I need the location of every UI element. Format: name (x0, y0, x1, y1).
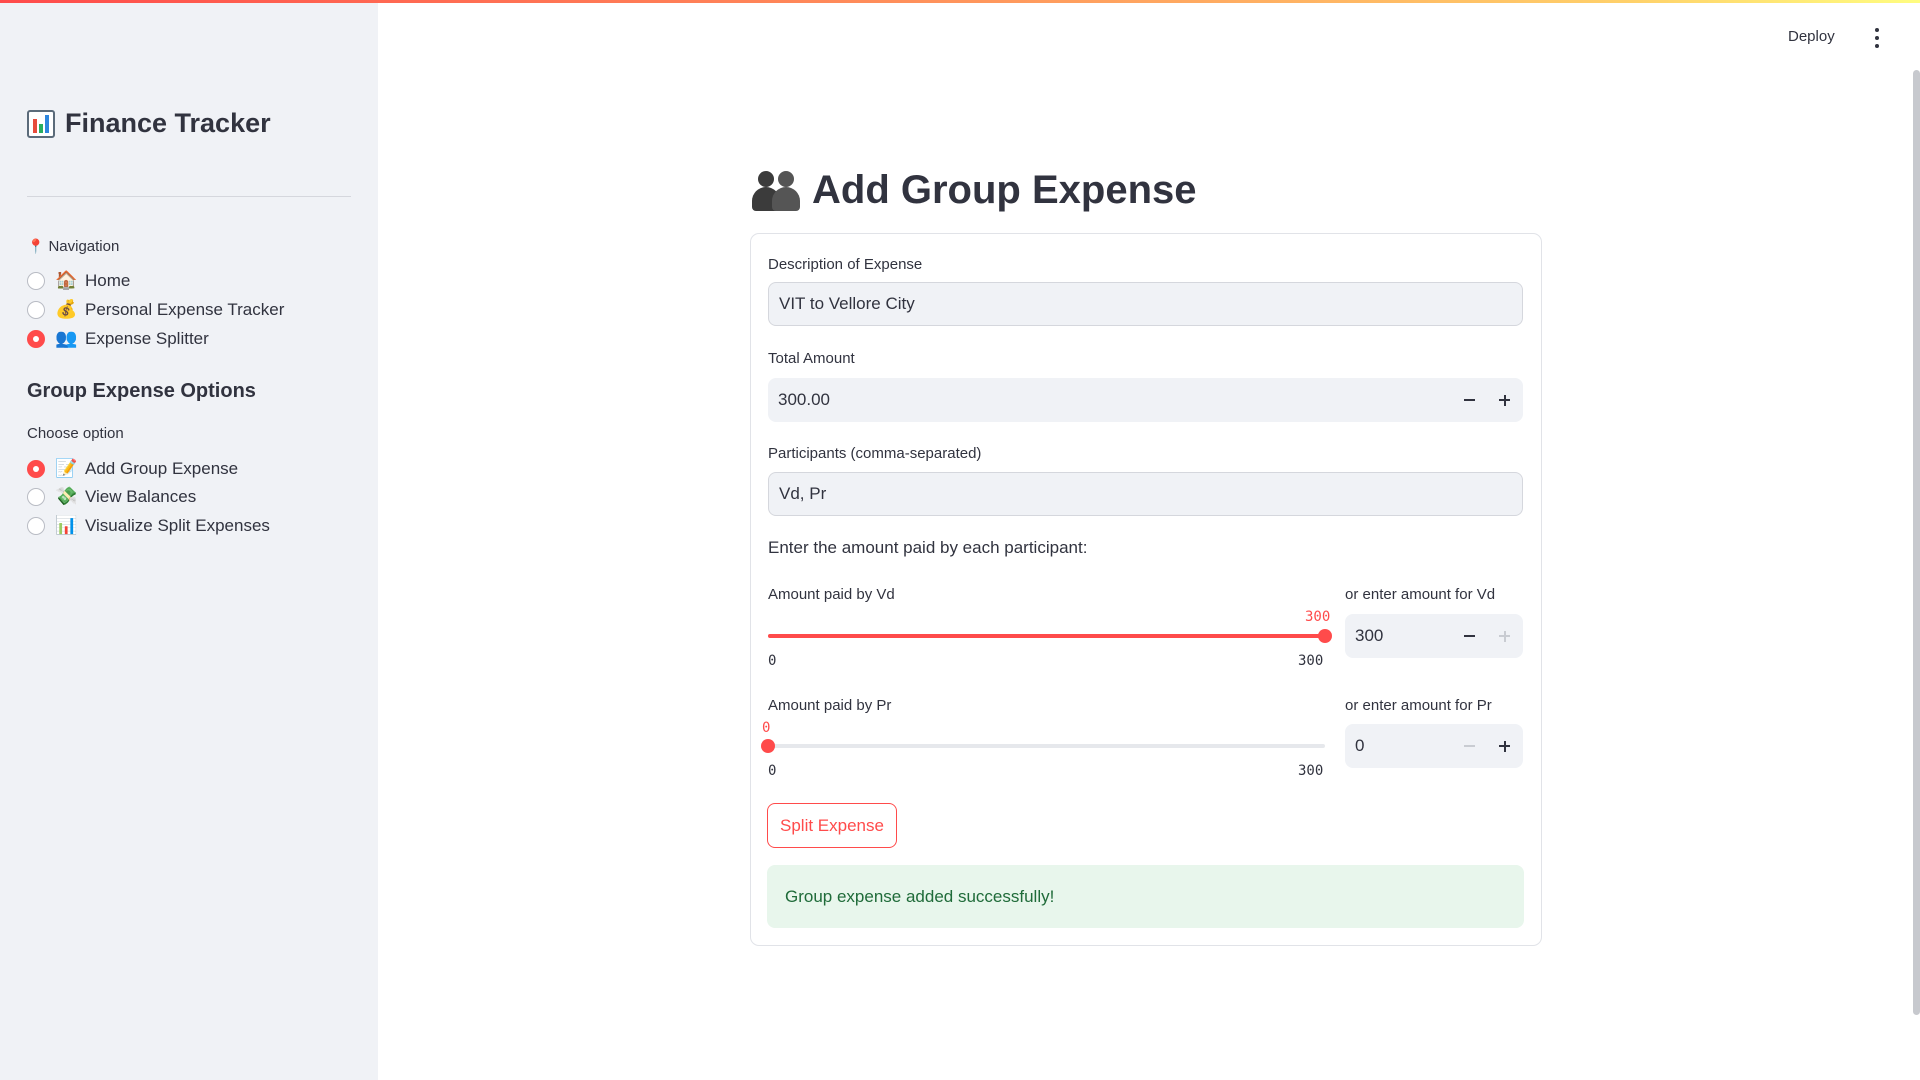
home-icon: 🏠 (55, 270, 78, 290)
slider-label-vd: Amount paid by Vd (768, 586, 895, 603)
manual-amount-value-vd[interactable]: 300 (1345, 626, 1451, 646)
nav-item-expense-splitter[interactable]: 👥 Expense Splitter (27, 328, 209, 349)
group-expense-options-heading: Group Expense Options (27, 380, 256, 402)
manual-amount-input-pr[interactable]: 0 (1345, 724, 1523, 768)
slider-max-pr: 300 (1298, 763, 1324, 779)
radio-button-selected[interactable] (27, 329, 45, 348)
page-title: Add Group Expense (752, 168, 1197, 213)
page-title-text: Add Group Expense (812, 168, 1197, 212)
app-title-text: Finance Tracker (65, 108, 271, 138)
slider-min-vd: 0 (768, 653, 777, 669)
slider-thumb[interactable] (1318, 629, 1332, 643)
decrement-button[interactable] (1451, 614, 1487, 658)
decrement-button[interactable] (1451, 378, 1487, 422)
increment-button[interactable] (1487, 378, 1523, 422)
slider-thumb[interactable] (761, 739, 775, 753)
option-visualize-split-expenses[interactable]: 📊 Visualize Split Expenses (27, 515, 270, 536)
sidebar-divider (27, 196, 351, 197)
option-label: Add Group Expense (85, 458, 239, 478)
radio-button[interactable] (27, 487, 45, 506)
total-amount-label: Total Amount (768, 350, 855, 367)
nav-item-label: Personal Expense Tracker (85, 299, 285, 319)
bar-chart-icon: 📊 (55, 515, 78, 535)
slider-value-pr: 0 (762, 720, 771, 736)
main-menu-icon[interactable] (1870, 28, 1884, 48)
increment-button[interactable] (1487, 614, 1523, 658)
bar-chart-icon (27, 109, 55, 138)
option-view-balances[interactable]: 💸 View Balances (27, 486, 196, 507)
memo-icon: 📝 (55, 458, 78, 478)
navigation-label-text: Navigation (48, 238, 120, 255)
instruction-text: Enter the amount paid by each participan… (768, 538, 1088, 557)
navigation-label: 📍 Navigation (27, 238, 119, 255)
option-add-group-expense[interactable]: 📝 Add Group Expense (27, 458, 238, 479)
choose-option-label: Choose option (27, 425, 124, 442)
top-decoration-stripe (0, 0, 1920, 3)
money-wings-icon: 💸 (55, 486, 78, 506)
success-message: Group expense added successfully! (785, 886, 1055, 906)
slider-vd[interactable] (768, 629, 1332, 643)
manual-amount-label-vd: or enter amount for Vd (1345, 586, 1496, 603)
pin-icon: 📍 (27, 238, 45, 254)
slider-fill (768, 634, 1325, 638)
description-label: Description of Expense (768, 256, 923, 273)
scrollbar[interactable] (1913, 70, 1920, 1015)
nav-item-home[interactable]: 🏠 Home (27, 270, 130, 291)
radio-button[interactable] (27, 516, 45, 535)
manual-amount-input-vd[interactable]: 300 (1345, 614, 1523, 658)
total-amount-input[interactable]: 300.00 (768, 378, 1523, 422)
manual-amount-label-pr: or enter amount for Pr (1345, 697, 1492, 714)
total-amount-value[interactable]: 300.00 (768, 390, 1451, 410)
slider-min-pr: 0 (768, 763, 777, 779)
participants-label: Participants (comma-separated) (768, 445, 982, 462)
slider-pr[interactable] (761, 739, 1325, 753)
nav-item-personal-expense-tracker[interactable]: 💰 Personal Expense Tracker (27, 299, 284, 320)
app-title: Finance Tracker (27, 108, 271, 139)
radio-button[interactable] (27, 300, 45, 319)
description-input[interactable]: VIT to Vellore City (768, 282, 1523, 326)
nav-item-label: Home (85, 270, 131, 290)
manual-amount-value-pr[interactable]: 0 (1345, 736, 1451, 756)
deploy-button[interactable]: Deploy (1788, 28, 1835, 45)
participants-input[interactable]: Vd, Pr (768, 472, 1523, 516)
slider-value-vd: 300 (1305, 609, 1331, 625)
success-alert: Group expense added successfully! (767, 865, 1524, 928)
people-icon (752, 169, 800, 213)
increment-button[interactable] (1487, 724, 1523, 768)
split-expense-button[interactable]: Split Expense (767, 803, 897, 848)
radio-button[interactable] (27, 271, 45, 290)
slider-max-vd: 300 (1298, 653, 1324, 669)
option-label: View Balances (85, 486, 197, 506)
radio-button-selected[interactable] (27, 459, 45, 478)
money-bag-icon: 💰 (55, 299, 78, 319)
people-icon: 👥 (55, 328, 78, 348)
decrement-button[interactable] (1451, 724, 1487, 768)
sidebar: Finance Tracker 📍 Navigation 🏠 Home 💰 Pe… (0, 0, 378, 1080)
option-label: Visualize Split Expenses (85, 515, 270, 535)
slider-label-pr: Amount paid by Pr (768, 697, 892, 714)
nav-item-label: Expense Splitter (85, 328, 209, 348)
